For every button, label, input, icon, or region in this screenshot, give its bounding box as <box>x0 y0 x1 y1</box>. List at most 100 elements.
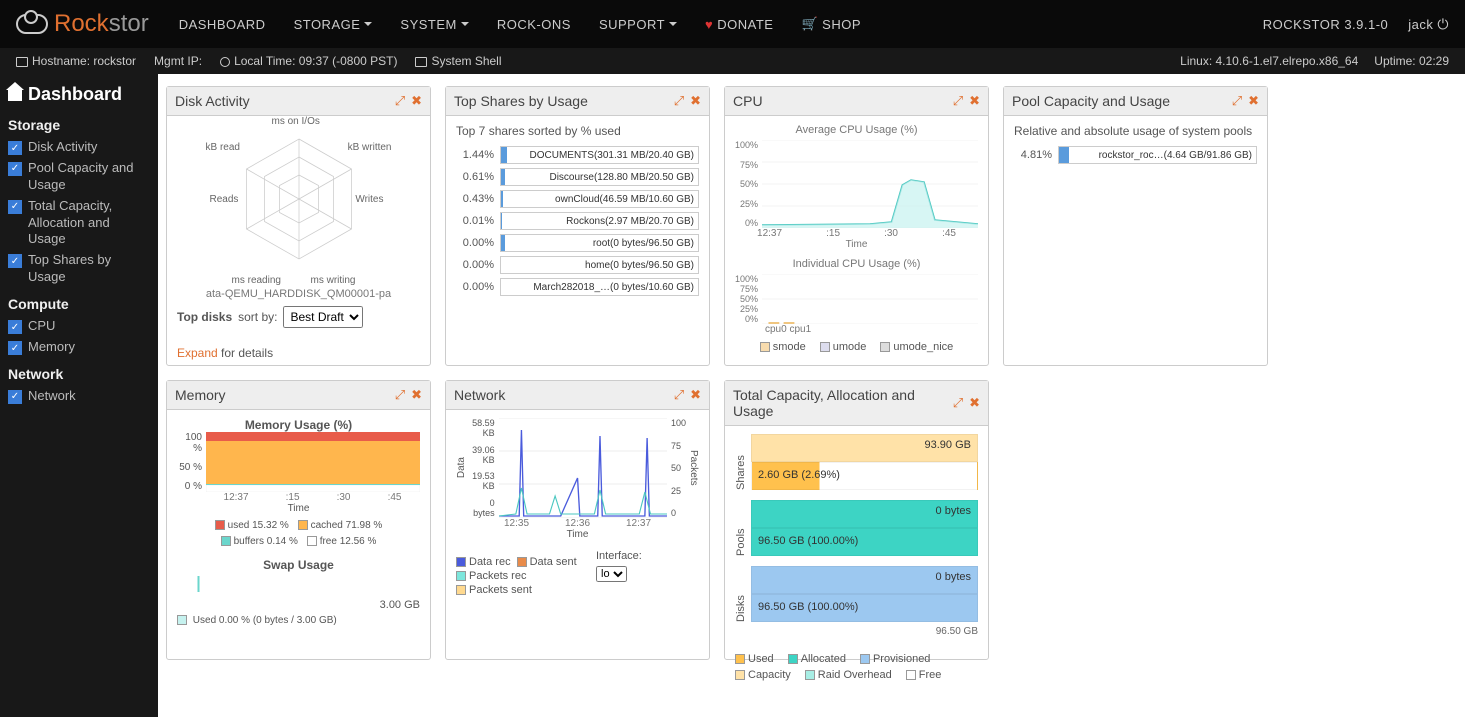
close-icon[interactable]: ✖ <box>411 387 422 403</box>
infobar: Hostname: rockstor Mgmt IP: Local Time: … <box>0 48 1465 74</box>
memory-legend: used 15.32 % cached 71.98 % buffers 0.14… <box>177 518 420 550</box>
checkbox-icon[interactable]: ✓ <box>8 141 22 155</box>
widget-network: Network ⤢✖ Data 58.59 KB39.06 KB19.53 KB… <box>445 380 710 660</box>
resize-icon[interactable]: ⤢ <box>674 93 684 109</box>
nav-dashboard[interactable]: DASHBOARD <box>179 16 266 32</box>
cart-icon: 🛒 <box>801 16 818 32</box>
mgmt-ip: Mgmt IP: <box>154 54 202 68</box>
system-shell[interactable]: System Shell <box>415 54 501 68</box>
widget-total-capacity: Total Capacity, Allocation and Usage ⤢✖ … <box>724 380 989 660</box>
sidebar-item[interactable]: ✓ Network <box>8 388 150 405</box>
usage-row: 0.00%root(0 bytes/96.50 GB) <box>456 234 699 252</box>
widget-cpu: CPU ⤢✖ Average CPU Usage (%) 100%75%50%2… <box>724 86 989 366</box>
resize-icon[interactable]: ⤢ <box>953 93 963 109</box>
usage-row: 1.44%DOCUMENTS(301.31 MB/20.40 GB) <box>456 146 699 164</box>
sidebar-item-label: Top Shares by Usage <box>28 252 150 286</box>
checkbox-icon[interactable]: ✓ <box>8 320 22 334</box>
home-icon <box>8 89 22 101</box>
close-icon[interactable]: ✖ <box>1248 93 1259 109</box>
chevron-down-icon <box>364 22 372 26</box>
power-icon: ⏻ <box>1437 16 1449 33</box>
nav-rockons[interactable]: ROCK-ONS <box>497 16 571 32</box>
widget-title: Pool Capacity and Usage <box>1012 93 1170 109</box>
nav-shop[interactable]: 🛒SHOP <box>801 16 861 32</box>
radar-chart: ms on I/Os kB written Writes ms writing … <box>224 124 374 274</box>
usage-row: 0.01%Rockons(2.97 MB/20.70 GB) <box>456 212 699 230</box>
cloud-icon <box>16 14 48 34</box>
brand-text: Rockstor <box>54 10 149 38</box>
resize-icon[interactable]: ⤢ <box>953 395 963 411</box>
checkbox-icon[interactable]: ✓ <box>8 390 22 404</box>
close-icon[interactable]: ✖ <box>411 93 422 109</box>
usage-row: 0.00%home(0 bytes/96.50 GB) <box>456 256 699 274</box>
page-title: Dashboard <box>8 84 150 105</box>
main: Dashboard Storage ✓ Disk Activity ✓ Pool Ca… <box>0 74 1465 717</box>
nav-system[interactable]: SYSTEM <box>400 16 468 32</box>
avg-cpu-chart <box>762 140 978 228</box>
nav-links: DASHBOARD STORAGE SYSTEM ROCK-ONS SUPPOR… <box>179 16 1263 32</box>
widget-title: Disk Activity <box>175 93 250 109</box>
nav-user[interactable]: jack ⏻ <box>1408 16 1449 33</box>
checkbox-icon[interactable]: ✓ <box>8 200 22 214</box>
monitor-icon <box>415 57 427 67</box>
widget-top-shares: Top Shares by Usage ⤢ ✖ Top 7 shares sort… <box>445 86 710 366</box>
close-icon[interactable]: ✖ <box>690 93 701 109</box>
chevron-down-icon <box>669 22 677 26</box>
sidebar-item-label: Disk Activity <box>28 139 97 156</box>
total-legend: UsedAllocatedProvisioned CapacityRaid Ov… <box>735 653 978 681</box>
logo[interactable]: Rockstor <box>16 10 149 38</box>
nav-support[interactable]: SUPPORT <box>599 16 677 32</box>
close-icon[interactable]: ✖ <box>969 93 980 109</box>
interface-select[interactable]: lo <box>596 566 627 582</box>
resize-icon[interactable]: ⤢ <box>674 387 684 403</box>
expand-link[interactable]: Expand <box>177 346 218 360</box>
cpu-legend: smode umode umode_nice <box>735 341 978 353</box>
swap-chart <box>177 572 420 596</box>
checkbox-icon[interactable]: ✓ <box>8 254 22 268</box>
sidebar-item-label: Memory <box>28 339 75 356</box>
widget-title: CPU <box>733 93 763 109</box>
disk-name: ata-QEMU_HARDDISK_QM00001-pa <box>177 288 420 300</box>
sort-select[interactable]: Best Draft <box>283 306 363 328</box>
sidebar-item[interactable]: ✓ Memory <box>8 339 150 356</box>
resize-icon[interactable]: ⤢ <box>395 93 405 109</box>
sidebar-item-label: Total Capacity, Allocation and Usage <box>28 198 150 249</box>
sidebar-item-label: Pool Capacity and Usage <box>28 160 150 194</box>
resize-icon[interactable]: ⤢ <box>395 387 405 403</box>
shares-subtitle: Top 7 shares sorted by % used <box>456 124 699 138</box>
close-icon[interactable]: ✖ <box>969 395 980 411</box>
usage-row: 0.61%Discourse(128.80 MB/20.50 GB) <box>456 168 699 186</box>
sidebar-item[interactable]: ✓ Top Shares by Usage <box>8 252 150 286</box>
checkbox-icon[interactable]: ✓ <box>8 341 22 355</box>
sidebar-section-compute: Compute <box>8 296 150 312</box>
sidebar-section-storage: Storage <box>8 117 150 133</box>
sidebar-item[interactable]: ✓ Pool Capacity and Usage <box>8 160 150 194</box>
sidebar: Dashboard Storage ✓ Disk Activity ✓ Pool Ca… <box>0 74 158 717</box>
close-icon[interactable]: ✖ <box>690 387 701 403</box>
widget-title: Memory <box>175 387 226 403</box>
shares-list: 1.44%DOCUMENTS(301.31 MB/20.40 GB) 0.61%D… <box>456 146 699 296</box>
nav-donate[interactable]: ♥DONATE <box>705 16 773 32</box>
sidebar-item[interactable]: ✓ Total Capacity, Allocation and Usage <box>8 198 150 249</box>
hostname: Hostname: rockstor <box>16 54 136 68</box>
checkbox-icon[interactable]: ✓ <box>8 162 22 176</box>
network-chart <box>499 418 667 518</box>
sidebar-item[interactable]: ✓ CPU <box>8 318 150 335</box>
nav-storage[interactable]: STORAGE <box>294 16 373 32</box>
capacity-row: Disks0 bytes96.50 GB (100.00%) <box>735 566 978 622</box>
sidebar-item[interactable]: ✓ Disk Activity <box>8 139 150 156</box>
pool-list: 4.81%rockstor_roc…(4.64 GB/91.86 GB) <box>1014 146 1257 164</box>
sidebar-item-label: Network <box>28 388 76 405</box>
pool-subtitle: Relative and absolute usage of system po… <box>1014 124 1257 138</box>
resize-icon[interactable]: ⤢ <box>1232 93 1242 109</box>
nav-right: ROCKSTOR 3.9.1-0 jack ⏻ <box>1263 16 1449 33</box>
widget-title: Total Capacity, Allocation and Usage <box>733 387 953 419</box>
widget-title: Top Shares by Usage <box>454 93 588 109</box>
widget-title: Network <box>454 387 505 403</box>
sidebar-item-label: CPU <box>28 318 55 335</box>
usage-row: 0.43%ownCloud(46.59 MB/10.60 GB) <box>456 190 699 208</box>
network-legend: Data rec Data sent Packets rec Packets s… <box>456 556 586 596</box>
chevron-down-icon <box>461 22 469 26</box>
monitor-icon <box>16 57 28 67</box>
heart-icon: ♥ <box>705 17 713 32</box>
